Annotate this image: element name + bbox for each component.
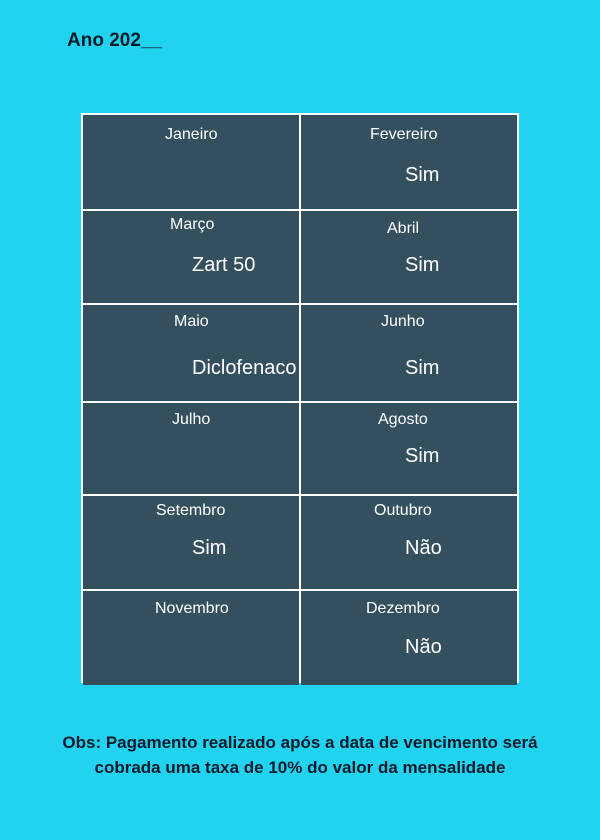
month-value: Sim <box>405 164 440 186</box>
month-cell-dezembro: Dezembro Não <box>301 591 517 685</box>
month-value: Sim <box>405 254 440 276</box>
payment-note: Obs: Pagamento realizado após a data de … <box>20 730 580 780</box>
month-label: Novembro <box>155 600 229 617</box>
month-label: Setembro <box>156 502 226 519</box>
month-label: Agosto <box>378 411 428 428</box>
month-label: Outubro <box>374 502 432 519</box>
month-cell-marco: Março Zart 50 <box>83 211 299 303</box>
month-label: Abril <box>387 220 420 237</box>
month-label: Janeiro <box>165 126 218 143</box>
month-label: Fevereiro <box>370 126 438 143</box>
month-value: Zart 50 <box>192 254 256 276</box>
month-label: Março <box>170 216 215 233</box>
month-cell-abril: Abril Sim <box>301 211 517 303</box>
month-cell-novembro: Novembro <box>83 591 299 685</box>
month-label: Junho <box>381 313 425 330</box>
month-cell-agosto: Agosto Sim <box>301 403 517 494</box>
month-cell-outubro: Outubro Não <box>301 496 517 589</box>
month-label: Dezembro <box>366 600 440 617</box>
month-cell-julho: Julho <box>83 403 299 494</box>
month-label: Julho <box>172 411 211 428</box>
month-cell-setembro: Setembro Sim <box>83 496 299 589</box>
month-cell-fevereiro: Fevereiro Sim <box>301 115 517 209</box>
months-table: Janeiro Fevereiro Sim Março Zart 50 Abri… <box>81 113 519 685</box>
payment-note-line-1: Obs: Pagamento realizado após a data de … <box>62 733 538 752</box>
month-value: Não <box>405 537 442 559</box>
month-value: Não <box>405 636 442 658</box>
month-value: Sim <box>192 537 227 559</box>
month-label: Maio <box>174 313 209 330</box>
month-cell-maio: Maio Diclofenaco <box>83 305 299 401</box>
year-title: Ano 202__ <box>67 30 163 51</box>
payment-note-line-2: cobrada uma taxa de 10% do valor da mens… <box>94 758 506 777</box>
month-cell-junho: Junho Sim <box>301 305 517 401</box>
month-value: Sim <box>405 445 440 467</box>
month-cell-janeiro: Janeiro <box>83 115 299 209</box>
month-value: Sim <box>405 357 440 379</box>
month-value: Diclofenaco <box>192 357 297 379</box>
